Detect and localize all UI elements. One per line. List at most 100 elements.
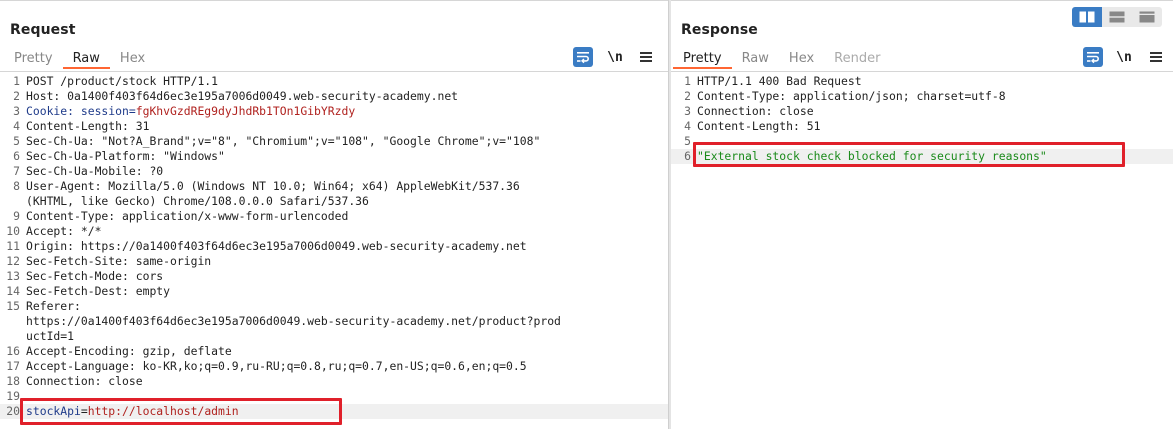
code-token: https://0a1400f403f64d6ec3e195a7006d0049… <box>26 314 561 328</box>
tabs-layout-icon[interactable] <box>1132 7 1162 27</box>
line-number: 2 <box>684 89 691 103</box>
code-token: User-Agent: Mozilla/5.0 (Windows NT 10.0… <box>26 179 520 193</box>
line-number: 10 <box>6 224 20 238</box>
code-line: 15 Referer: <box>0 299 668 314</box>
line-text: Content-Length: 51 <box>697 119 820 134</box>
line-text: Sec-Ch-Ua: "Not?A_Brand";v="8", "Chromiu… <box>26 134 540 149</box>
code-line: 5 <box>671 134 1173 149</box>
code-token: Sec-Ch-Ua-Platform: "Windows" <box>26 149 225 163</box>
line-text: stockApi=http://localhost/admin <box>26 404 239 419</box>
code-line: (KHTML, like Gecko) Chrome/108.0.0.0 Saf… <box>0 194 668 209</box>
code-token: Accept-Encoding: gzip, deflate <box>26 344 232 358</box>
code-line: 14 Sec-Fetch-Dest: empty <box>0 284 668 299</box>
line-number: 4 <box>13 119 20 133</box>
tab-hex[interactable]: Hex <box>110 50 155 69</box>
response-tabs: Pretty Raw Hex Render <box>673 50 890 69</box>
code-token: Sec-Fetch-Mode: cors <box>26 269 164 283</box>
line-number: 9 <box>13 209 20 223</box>
request-tabs: Pretty Raw Hex <box>4 50 155 69</box>
code-token: http://localhost/admin <box>87 404 239 418</box>
code-token: Origin: https://0a1400f403f64d6ec3e195a7… <box>26 239 527 253</box>
line-number: 20 <box>6 404 20 418</box>
line-number: 19 <box>6 389 20 403</box>
line-number: 1 <box>13 74 20 88</box>
code-line: 6 Sec-Ch-Ua-Platform: "Windows" <box>0 149 668 164</box>
code-token: Host: 0a1400f403f64d6ec3e195a7006d0049.w… <box>26 89 459 103</box>
line-number: 14 <box>6 284 20 298</box>
side-by-side-layout-icon[interactable] <box>1072 7 1102 27</box>
code-token: = <box>80 404 88 418</box>
code-line: 13 Sec-Fetch-Mode: cors <box>0 269 668 284</box>
line-number: 4 <box>684 119 691 133</box>
code-token: Content-Type: application/json; charset=… <box>697 89 1006 103</box>
response-editor[interactable]: 1 HTTP/1.1 400 Bad Request 2 Content-Type: … <box>671 71 1173 430</box>
line-number: 6 <box>684 149 691 163</box>
code-token: Cookie: session= <box>26 104 136 118</box>
code-line: 18 Connection: close <box>0 374 668 389</box>
code-line: 16 Accept-Encoding: gzip, deflate <box>0 344 668 359</box>
code-token: Referer: <box>26 299 81 313</box>
newline-toggle-button[interactable]: \n <box>607 47 623 67</box>
newline-toggle-button[interactable]: \n <box>1116 47 1132 67</box>
code-token: Content-Length: 31 <box>26 119 150 133</box>
code-token: uctId=1 <box>26 329 75 343</box>
code-line: 1 HTTP/1.1 400 Bad Request <box>671 74 1173 89</box>
request-title: Request <box>10 22 76 38</box>
code-line: 17 Accept-Language: ko-KR,ko;q=0.9,ru-RU;… <box>0 359 668 374</box>
code-line: 2 Host: 0a1400f403f64d6ec3e195a7006d0049.… <box>0 89 668 104</box>
line-text: User-Agent: Mozilla/5.0 (Windows NT 10.0… <box>26 179 520 194</box>
top-bottom-layout-icon[interactable] <box>1102 7 1132 27</box>
code-line: 4 Content-Length: 51 <box>671 119 1173 134</box>
line-number: 6 <box>13 149 20 163</box>
response-pane: Response Pretty Raw Hex Render \n 1 HTTP/… <box>671 0 1173 430</box>
line-number: 1 <box>684 74 691 88</box>
code-line: 11 Origin: https://0a1400f403f64d6ec3e195… <box>0 239 668 254</box>
code-line: 7 Sec-Ch-Ua-Mobile: ?0 <box>0 164 668 179</box>
text-wrap-button[interactable] <box>1083 47 1103 67</box>
line-text: Sec-Fetch-Site: same-origin <box>26 254 211 269</box>
text-wrap-button[interactable] <box>573 47 593 67</box>
line-number: 18 <box>6 374 20 388</box>
line-text: Sec-Ch-Ua-Mobile: ?0 <box>26 164 163 179</box>
response-title: Response <box>681 22 758 38</box>
line-text: HTTP/1.1 400 Bad Request <box>697 74 862 89</box>
hamburger-menu-icon[interactable] <box>1149 47 1163 67</box>
line-number: 2 <box>13 89 20 103</box>
tab-pretty[interactable]: Pretty <box>4 50 63 69</box>
code-line: 20 stockApi=http://localhost/admin <box>0 404 668 419</box>
code-line: https://0a1400f403f64d6ec3e195a7006d0049… <box>0 314 668 329</box>
line-text: Connection: close <box>26 374 143 389</box>
line-number: 11 <box>6 239 20 253</box>
line-number: 3 <box>684 104 691 118</box>
line-number: 5 <box>684 134 691 148</box>
hamburger-menu-icon[interactable] <box>639 47 653 67</box>
code-token: Accept-Language: ko-KR,ko;q=0.9,ru-RU;q=… <box>26 359 527 373</box>
line-text: Accept-Language: ko-KR,ko;q=0.9,ru-RU;q=… <box>26 359 527 374</box>
tab-raw[interactable]: Raw <box>62 50 110 69</box>
tab-render[interactable]: Render <box>824 50 890 69</box>
tab-raw[interactable]: Raw <box>732 50 779 69</box>
code-token: POST /product/stock HTTP/1.1 <box>26 74 219 88</box>
code-token: Sec-Ch-Ua: "Not?A_Brand";v="8", "Chromiu… <box>26 134 541 148</box>
line-number: 12 <box>6 254 20 268</box>
line-text: Host: 0a1400f403f64d6ec3e195a7006d0049.w… <box>26 89 458 104</box>
line-text: Connection: close <box>697 104 814 119</box>
code-token: Sec-Fetch-Dest: empty <box>26 284 171 298</box>
request-editor[interactable]: 1 POST /product/stock HTTP/1.1 2 Host: 0a14… <box>0 71 668 430</box>
text-wrap-icon <box>1087 52 1099 64</box>
response-code: 1 HTTP/1.1 400 Bad Request 2 Content-Type: … <box>671 74 1173 164</box>
code-token: Content-Type: application/x-www-form-url… <box>26 209 349 223</box>
text-wrap-icon <box>577 52 589 64</box>
request-code: 1 POST /product/stock HTTP/1.1 2 Host: 0a14… <box>0 74 668 419</box>
line-number: 16 <box>6 344 20 358</box>
code-line: 1 POST /product/stock HTTP/1.1 <box>0 74 668 89</box>
code-token: Sec-Fetch-Site: same-origin <box>26 254 212 268</box>
code-line: 2 Content-Type: application/json; charset… <box>671 89 1173 104</box>
code-token: Accept: */* <box>26 224 102 238</box>
code-token: Sec-Ch-Ua-Mobile: ?0 <box>26 164 164 178</box>
line-text: POST /product/stock HTTP/1.1 <box>26 74 218 89</box>
line-text: Sec-Ch-Ua-Platform: "Windows" <box>26 149 225 164</box>
tab-hex[interactable]: Hex <box>779 50 824 69</box>
code-line: 3 Connection: close <box>671 104 1173 119</box>
tab-pretty[interactable]: Pretty <box>673 50 732 69</box>
